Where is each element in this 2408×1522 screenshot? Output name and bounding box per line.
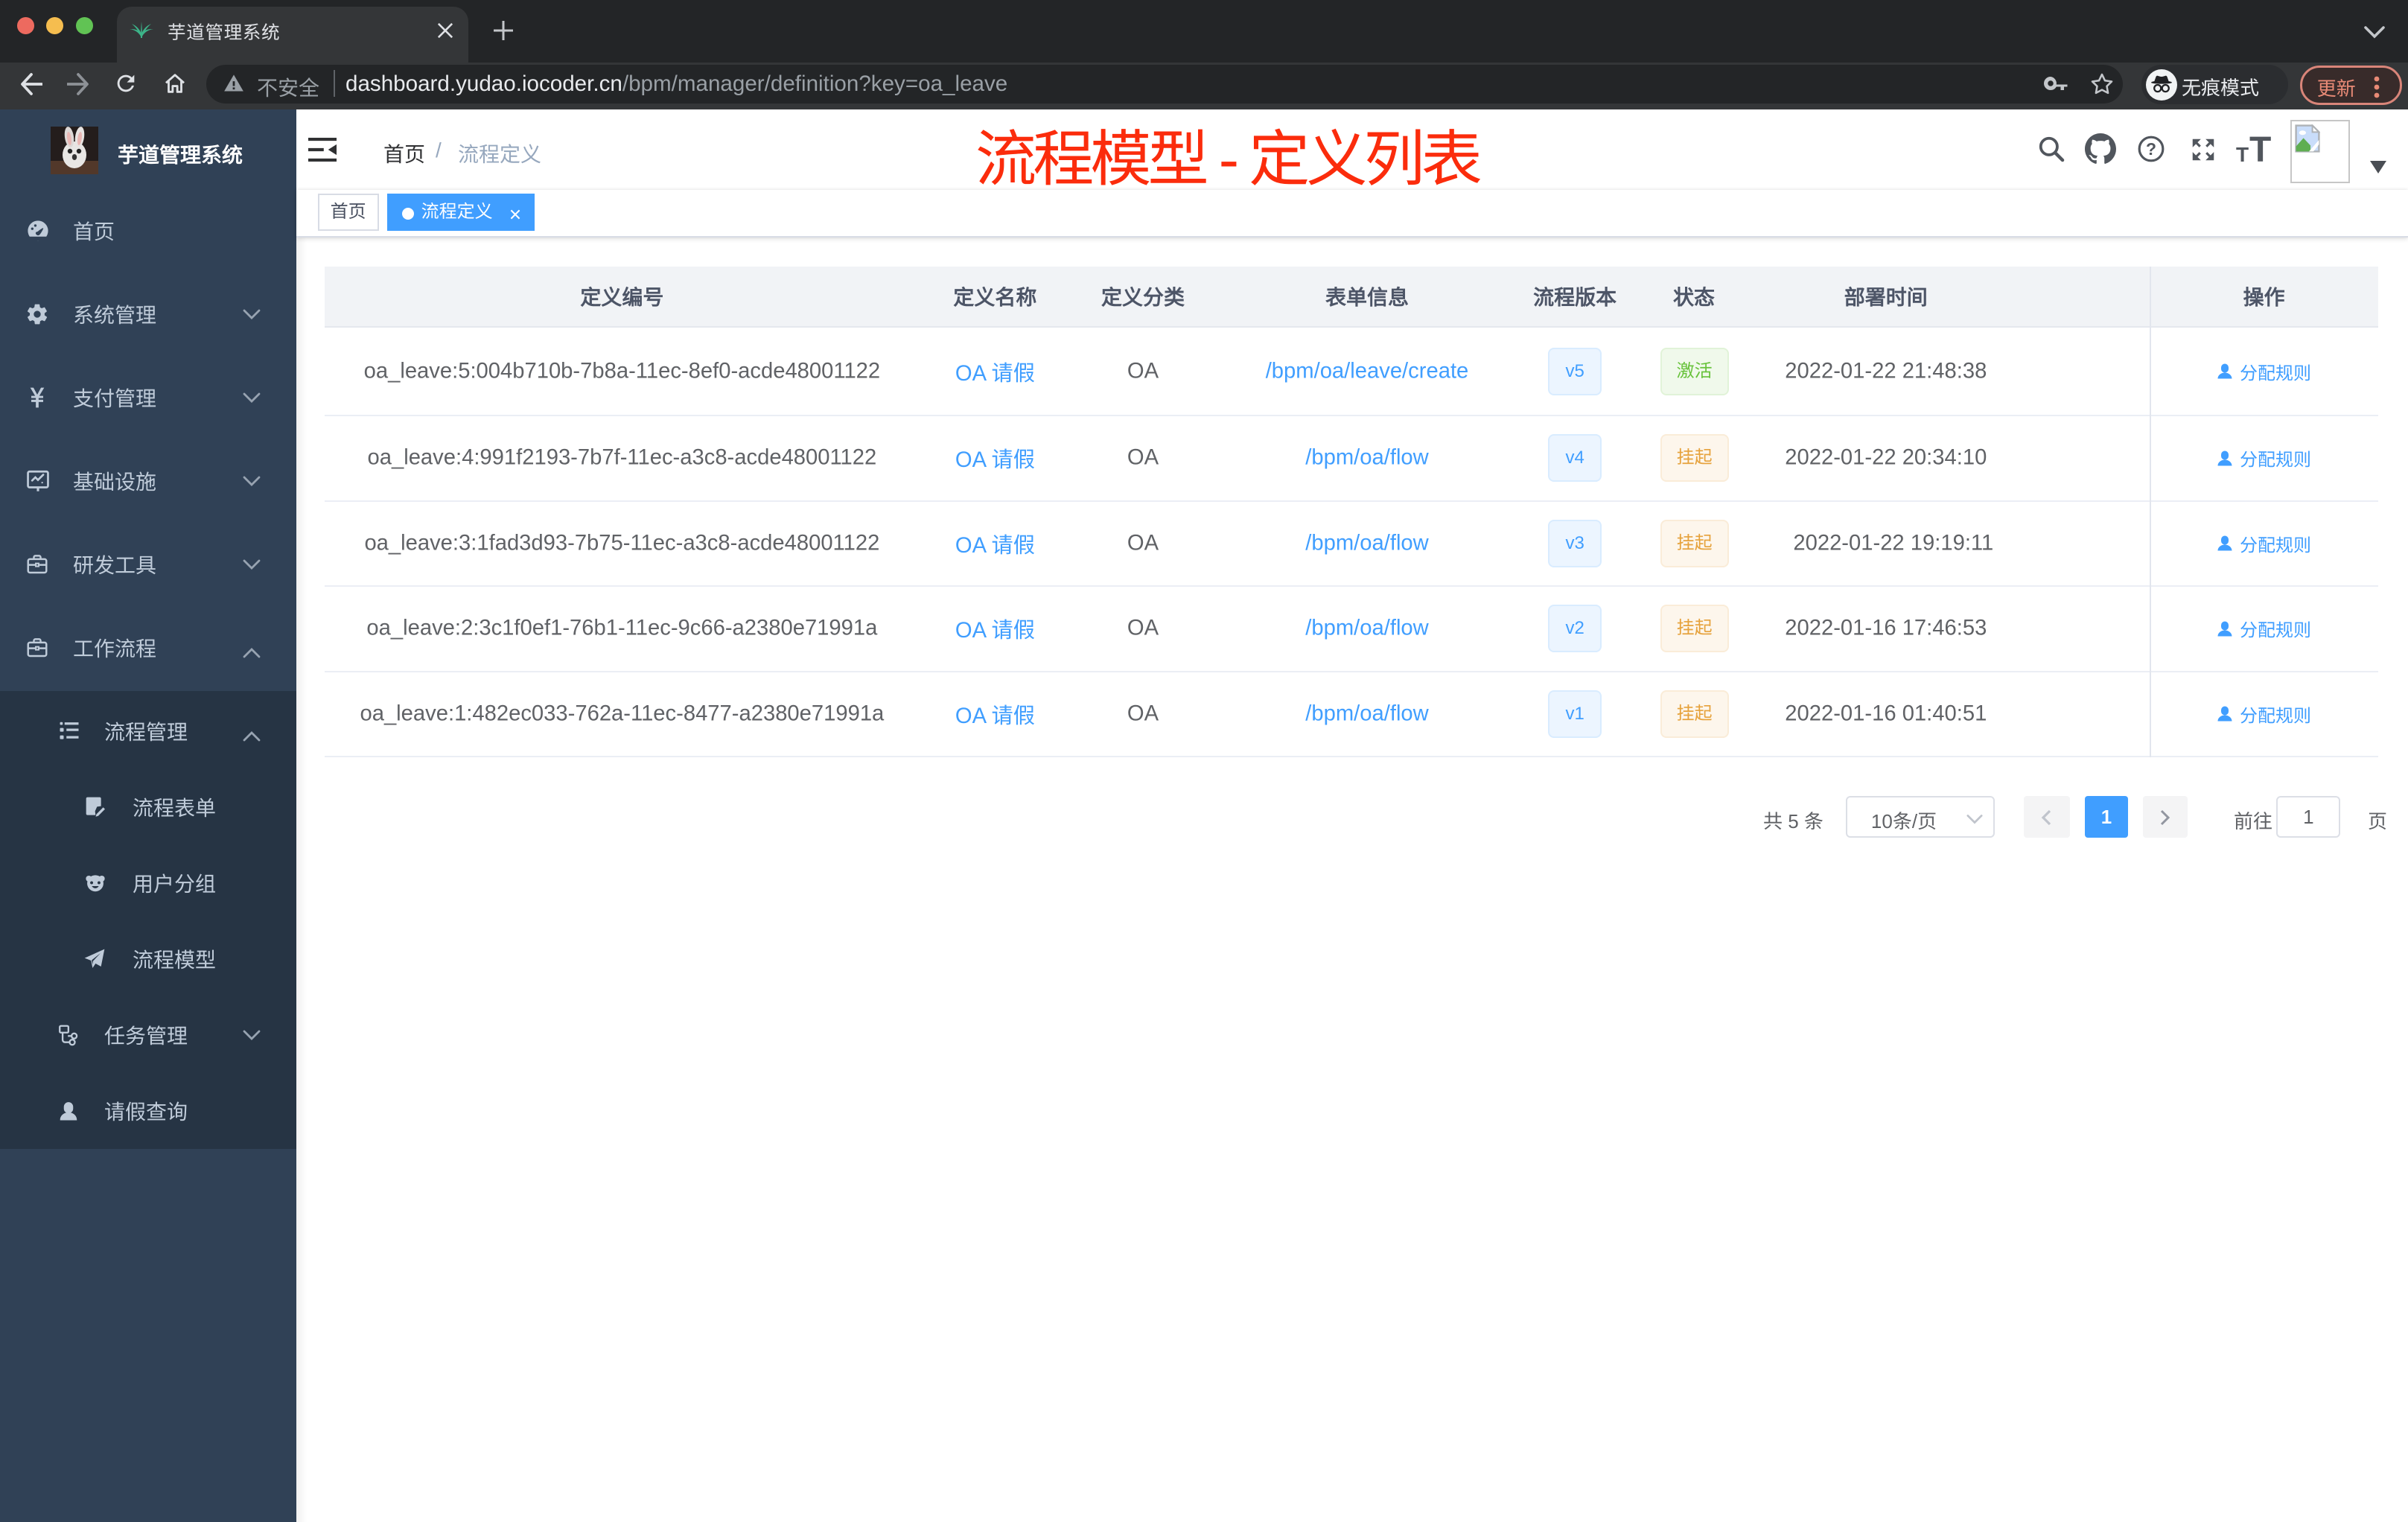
- svg-text:?: ?: [2146, 139, 2156, 159]
- svg-text:T: T: [2249, 136, 2271, 162]
- svg-text:T: T: [2236, 143, 2249, 162]
